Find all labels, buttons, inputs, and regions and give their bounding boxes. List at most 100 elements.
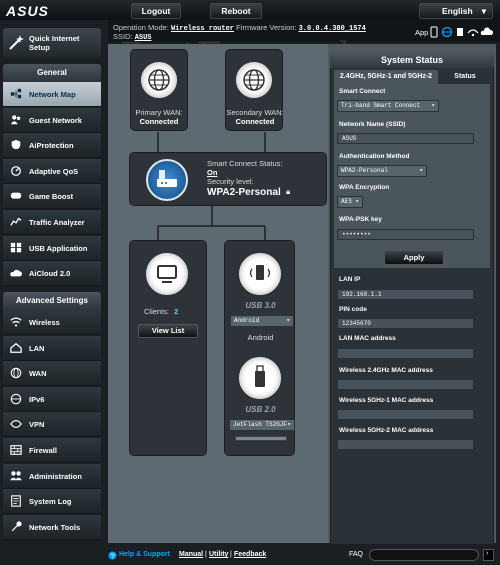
wireless-24-mac-label: Wireless 2.4GHz MAC address: [339, 367, 433, 374]
view-list-button[interactable]: View List: [138, 324, 198, 338]
sidebar-item-network-tools[interactable]: Network Tools: [3, 514, 101, 540]
faq-search-input[interactable]: [369, 549, 479, 561]
secondary-wan-label: Secondary WAN:: [226, 108, 284, 117]
sidebar-item-label: IPv6: [29, 394, 45, 404]
usb-status-icon[interactable]: [457, 28, 463, 36]
ssid-field-label: Network Name (SSID): [339, 121, 406, 128]
primary-wan-label: Primary WAN:: [135, 108, 183, 117]
sidebar-item-system-log[interactable]: System Log: [3, 489, 101, 515]
feedback-link[interactable]: Feedback: [234, 551, 266, 558]
sidebar-item-vpn[interactable]: VPN: [3, 412, 101, 438]
footer-separator: |: [205, 551, 207, 558]
quick-internet-setup-button[interactable]: Quick Internet Setup: [3, 28, 101, 58]
qos-icon: [11, 165, 21, 176]
sidebar-item-label: VPN: [29, 420, 45, 430]
sidebar-item-label: Administration: [29, 471, 82, 481]
reboot-button[interactable]: Reboot: [210, 3, 262, 19]
sidebar-item-administration[interactable]: Administration: [3, 463, 101, 489]
general-section-header: General: [3, 64, 101, 82]
sidebar-item-wan[interactable]: WAN: [3, 361, 101, 387]
sidebar-item-aiprotection[interactable]: AiProtection: [3, 133, 101, 159]
clients-card[interactable]: Clients: 2 View List: [129, 240, 207, 456]
lan-icon: [10, 342, 22, 353]
asus-logo: ASUS: [6, 3, 49, 19]
footer-separator: |: [230, 551, 232, 558]
sidebar-item-game-boost[interactable]: Game Boost: [3, 184, 101, 210]
router-icon: [146, 159, 188, 201]
primary-wan-card[interactable]: Primary WAN: Connected: [130, 49, 188, 131]
security-level-label: Security level:: [207, 177, 254, 186]
clients-count: 2: [174, 307, 179, 316]
chevron-down-icon: ▾: [355, 198, 359, 205]
wpa-encryption-select[interactable]: AES ▾: [337, 196, 363, 208]
network-tools-icon: [11, 521, 22, 532]
help-icon: ?: [108, 551, 117, 560]
aiprotection-icon: [11, 140, 21, 150]
sidebar-item-label: AiCloud 2.0: [29, 269, 71, 279]
manual-link[interactable]: Manual: [179, 551, 203, 558]
router-card[interactable]: Smart Connect Status: On Security level:…: [129, 152, 327, 206]
advanced-section-header: Advanced Settings: [3, 292, 101, 310]
sidebar-item-wireless[interactable]: Wireless: [3, 310, 101, 335]
wpa-encryption-label: WPA Encryption: [339, 184, 390, 191]
language-dropdown[interactable]: English ▾: [419, 3, 493, 19]
sidebar-item-label: Network Map: [29, 90, 76, 99]
chevron-down-icon: ▾: [286, 317, 290, 324]
smart-connect-select[interactable]: Tri-band Smart Connect ▾: [337, 100, 439, 112]
auth-method-select[interactable]: WPA2-Personal ▾: [337, 165, 427, 177]
sidebar-item-ipv6[interactable]: IPv6: [3, 386, 101, 412]
status-icons: [430, 26, 494, 38]
smart-connect-status-value[interactable]: On: [207, 168, 217, 177]
wireless-5g1-mac-value: [337, 409, 474, 420]
firmware-link[interactable]: 3.0.0.4.380_1574: [299, 25, 366, 33]
faq-label: FAQ: [349, 551, 364, 558]
wpa-psk-input[interactable]: ••••••••: [337, 229, 474, 240]
sidebar-item-aicloud-2-0[interactable]: AiCloud 2.0: [3, 261, 101, 287]
footer: ? Help & Support Manual | Utility | Feed…: [0, 545, 500, 565]
sidebar-item-guest-network[interactable]: Guest Network: [3, 107, 101, 133]
firmware-label: Firmware Version:: [236, 23, 297, 32]
logout-button[interactable]: Logout: [131, 3, 181, 19]
vpn-icon: [10, 420, 22, 429]
faq-search-button[interactable]: ›: [483, 549, 494, 561]
globe-icon: [141, 62, 177, 98]
wan-status-globe-icon[interactable]: [441, 26, 453, 38]
auth-method-label: Authentication Method: [339, 153, 410, 160]
cloud-status-icon[interactable]: [480, 27, 494, 35]
help-support-label: Help & Support: [119, 551, 170, 558]
sidebar-item-adaptive-qos[interactable]: Adaptive QoS: [3, 158, 101, 184]
system-log-icon: [11, 495, 21, 507]
utility-link[interactable]: Utility: [209, 551, 228, 558]
wireless-24-mac-value: [337, 379, 474, 390]
wireless-icon: [10, 317, 22, 327]
tab-status[interactable]: Status: [440, 70, 490, 84]
tab-bands[interactable]: 2.4GHz, 5GHz-1 and 5GHz-2: [334, 70, 438, 84]
primary-wan-status: Connected: [139, 117, 179, 126]
sidebar-item-usb-application[interactable]: USB Application: [3, 235, 101, 261]
op-mode-link[interactable]: Wireless router: [171, 25, 234, 33]
usb-card: USB 3.0 Android ▾ Android USB 2.0 JetFlas…: [224, 240, 295, 456]
globe-icon: [236, 62, 272, 98]
usb-app-icon: [10, 242, 22, 252]
usb-drive-icon[interactable]: [239, 357, 281, 399]
usb2-device-select[interactable]: JetFlash TS2GJF ▾: [229, 419, 295, 431]
wand-icon: [9, 35, 24, 50]
usb3-device-select[interactable]: Android ▾: [230, 315, 294, 327]
gamepad-icon: [10, 192, 22, 199]
sidebar-item-traffic-analyzer[interactable]: Traffic Analyzer: [3, 210, 101, 235]
lan-mac-label: LAN MAC address: [339, 335, 396, 342]
sidebar-item-firewall[interactable]: Firewall: [3, 438, 101, 463]
usb2-select-value: JetFlash TS2GJF: [233, 421, 288, 428]
pin-code-value: 12345670: [337, 318, 474, 329]
android-device-icon[interactable]: [239, 253, 281, 295]
ssid-input[interactable]: ASUS: [337, 133, 474, 144]
sidebar-item-lan[interactable]: LAN: [3, 335, 101, 361]
wireless-5g2-mac-value: [337, 439, 474, 450]
secondary-wan-card[interactable]: Secondary WAN: Connected: [225, 49, 284, 131]
wifi-status-icon[interactable]: [467, 29, 479, 37]
sidebar-item-label: Guest Network: [29, 115, 82, 125]
sidebar-item-network-map[interactable]: Network Map: [3, 82, 101, 107]
op-mode-label: Operation Mode:: [113, 23, 169, 32]
sidebar-item-label: USB Application: [29, 243, 88, 253]
apply-button[interactable]: Apply: [384, 250, 444, 265]
